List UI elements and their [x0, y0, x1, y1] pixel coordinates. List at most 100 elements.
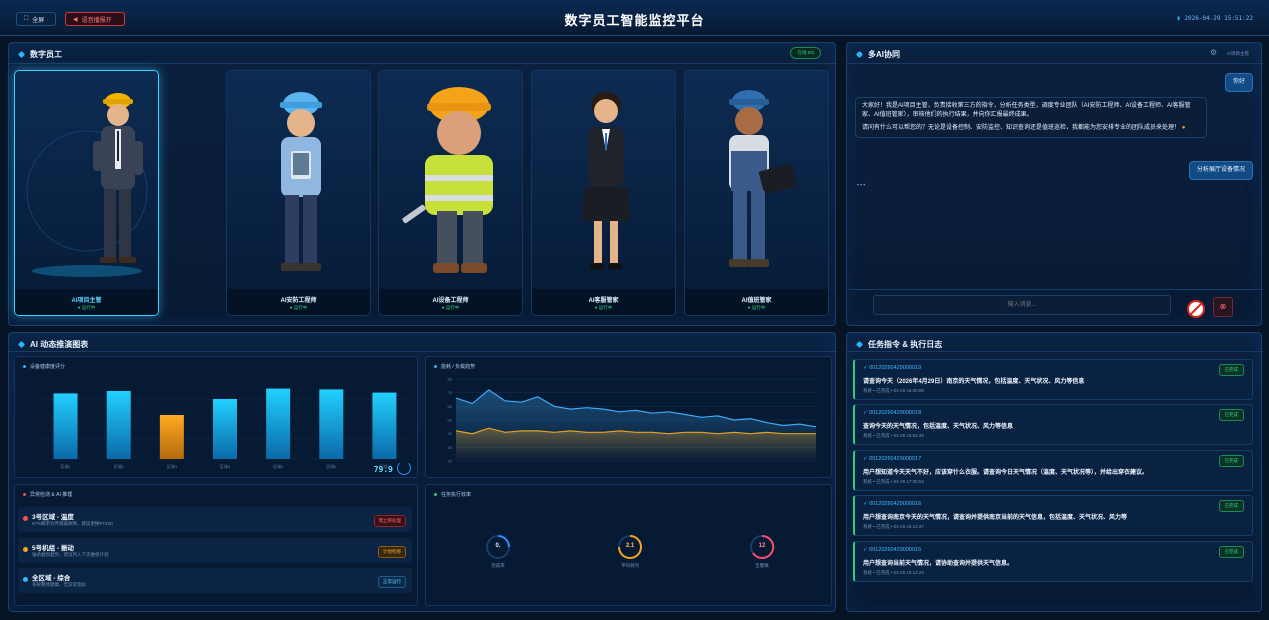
bar-区域5	[266, 388, 291, 459]
employee-status: ● 运行中	[77, 305, 96, 310]
log-item[interactable]: ✓ 00120260429000017 用户想知道今天天气不好，应该穿什么衣服。…	[853, 450, 1253, 491]
alert-badge: 正常运行	[378, 576, 406, 588]
project-lead-avatar	[26, 93, 148, 277]
employee-name: AI安防工程师	[280, 298, 317, 304]
completion-value: 0.	[495, 543, 501, 549]
duty-manager-avatar	[729, 90, 798, 267]
y-tick-label: 70	[448, 390, 453, 395]
employee-name: AI项目主管	[71, 298, 102, 304]
completion-label: 完成率	[491, 563, 505, 568]
employee-status: ● 运行中	[747, 305, 766, 310]
employee-card-duty-manager[interactable]: AI值班管家 ● 运行中	[684, 70, 829, 316]
y-tick-label: 20	[448, 459, 453, 464]
log-item[interactable]: ✓ 00120260429000019 请查询今天（2026年4月29日）南京的…	[853, 359, 1253, 400]
status-dot-icon	[23, 577, 28, 582]
assistant-paragraph-2: 请问有什么可以帮您的？无论是设备控制、安防监控、知识查询还是值班巡检，我都能为您…	[862, 125, 1186, 131]
gauge-ring-icon	[397, 461, 411, 475]
employee-card-customer-service[interactable]: AI客服管家 ● 运行中	[531, 70, 676, 316]
task-efficiency-panel: 任务执行效率 0. 完成率 2.1 平均耗时 12 告警数	[425, 484, 832, 606]
assistant-message: 大家好！我是AI项目主管，负责接收第三方的指令，分析任务类型，调度专业团队（AI…	[855, 97, 1207, 138]
gear-icon[interactable]: ⚙	[1210, 48, 1217, 57]
alert-item[interactable]: 全区域 - 综合 系统整体健康，无异常指标 正常运行	[18, 568, 412, 593]
multi-ai-chat-panel: 多AI协同 ⚙ AI项目主管 你好 大家好！我是AI项目主管，负责接收第三方的指…	[846, 42, 1263, 326]
user-message: 你好	[1224, 73, 1253, 92]
divider	[9, 351, 837, 352]
log-text: 用户想查询南京今天的天气情况，请查询并提供南京当前的天气信息，包括温度、天气状况…	[863, 515, 1128, 521]
alert-title: 5号机组 - 振动	[32, 545, 74, 552]
status-badge: 已完成	[1218, 455, 1244, 467]
alert-badge: 需立即处理	[373, 515, 406, 527]
log-id: ✓ 00120260429000017	[863, 456, 922, 462]
alarm-count-value: 12	[758, 543, 766, 549]
bar-区域4	[213, 399, 237, 459]
load-trend-chart: 能耗 / 负载趋势 80 70 60 50 40 30 20	[425, 356, 832, 478]
user-message: 分析展厅设备情况	[1188, 161, 1253, 180]
status-badge: 已完成	[1218, 500, 1244, 512]
log-id: ✓ 00120260429000018	[863, 410, 922, 416]
assistant-paragraph-1: 大家好！我是AI项目主管，负责接收第三方的指令，分析任务类型，调度专业团队（AI…	[862, 103, 1191, 118]
alarm-count-label: 告警数	[755, 563, 769, 568]
alert-title: 全区域 - 综合	[32, 575, 71, 582]
panel-title: AI 动态推演图表	[17, 339, 88, 350]
clock: ▮ 2026-04-29 15:51:22	[1177, 15, 1253, 22]
log-text: 用户想知道今天天气不好，应该穿什么衣服。请查询今日天气情况（温度、天气状况等），…	[863, 470, 1149, 476]
employee-name: AI客服管家	[588, 298, 619, 304]
log-meta: 系统 • 已完成 • 04-29 16:00:08	[863, 388, 924, 393]
log-item[interactable]: ✓ 00120260429000018 查询今天的天气情况，包括温度、天气状况、…	[853, 404, 1253, 445]
stop-button[interactable]: ⊗	[1213, 297, 1233, 317]
bar-readout: 79.9	[373, 465, 393, 474]
typing-indicator-icon: •••	[857, 183, 867, 189]
page-title: 数字员工智能监控平台	[564, 13, 705, 28]
bar-区域6	[319, 389, 344, 459]
log-text: 用户想查询当前天气情况，请协助查询并提供天气信息。	[863, 561, 1014, 567]
employee-card-equipment-engineer[interactable]: AI设备工程师 ● 运行中	[378, 70, 523, 316]
bar-区域1	[53, 393, 78, 459]
security-engineer-avatar	[280, 92, 322, 271]
diamond-icon	[855, 340, 864, 349]
employee-card-project-lead[interactable]: AI项目主管 ● 运行中	[14, 70, 159, 316]
alert-item[interactable]: 5号机组 - 振动 轴承磨损趋势，建议列入下次维保计划 计划检修	[18, 538, 412, 563]
diamond-icon	[17, 340, 26, 349]
bar-chart: 区域1 区域2 区域3 区域4 区域5 区域6 区域7	[39, 378, 411, 469]
divider	[847, 289, 1263, 290]
employee-status: ● 运行中	[289, 305, 308, 310]
divider	[9, 63, 837, 64]
avg-time-value: 2.1	[625, 543, 635, 549]
status-badge: 已完成	[1218, 364, 1244, 376]
y-tick-label: 80	[448, 377, 453, 382]
employee-name: AI值班管家	[741, 298, 772, 304]
log-text: 请查询今天（2026年4月29日）南京的天气情况，包括温度、天气状况、风力等信息	[863, 379, 1085, 385]
alert-description: 97%概率为传感器故障，建议更换PT100	[32, 521, 113, 526]
employee-card-security-engineer[interactable]: AI安防工程师 ● 运行中	[226, 70, 371, 316]
alert-description: 系统整体健康，无异常指标	[32, 582, 86, 587]
log-id: ✓ 00120260429000016	[863, 501, 922, 507]
smile-icon: ●	[1181, 125, 1186, 131]
log-item[interactable]: ✓ 00120260429000016 用户想查询南京今天的天气情况，请查询并提…	[853, 495, 1253, 536]
log-text: 查询今天的天气情况，包括温度、天气状况、风力等信息	[863, 424, 1014, 430]
line-chart: 80 70 60 50 40 30 20	[448, 377, 817, 464]
bar-tick-label: 区域5	[273, 463, 284, 469]
chat-role-label: AI项目主管	[1226, 51, 1249, 56]
status-badge: 已完成	[1218, 546, 1244, 558]
log-item[interactable]: ✓ 00120260429000015 用户想查询当前天气情况，请协助查询并提供…	[853, 541, 1253, 582]
log-meta: 系统 • 已完成 • 04-29 15:52:46	[863, 433, 924, 438]
avg-time-label: 平均耗时	[621, 563, 639, 568]
employee-status: ● 运行中	[441, 305, 460, 310]
health-score-chart: 设备健康度评分 区域1 区域2 区域3 区域4 区域5 区域6 区域7 79.9	[14, 356, 418, 478]
divider	[847, 63, 1263, 64]
diamond-icon	[17, 50, 26, 59]
y-tick-label: 50	[448, 418, 453, 423]
alert-item[interactable]: 3号区域 - 温度 97%概率为传感器故障，建议更换PT100 需立即处理	[18, 507, 412, 532]
chat-input[interactable]	[873, 295, 1171, 315]
bar-区域2	[106, 391, 131, 459]
log-id: ✓ 00120260429000019	[863, 365, 922, 371]
log-meta: 系统 • 已完成 • 04-29 15:12:22	[863, 570, 924, 575]
log-meta: 系统 • 已完成 • 04-29 15:12:47	[863, 524, 924, 529]
panel-title: 任务指令 & 执行日志	[855, 339, 942, 350]
mic-disabled-icon[interactable]	[1187, 300, 1205, 318]
y-tick-label: 60	[448, 404, 453, 409]
alert-title: 3号区域 - 温度	[32, 514, 74, 521]
employee-name: AI设备工程师	[432, 298, 469, 304]
panel-title: 多AI协同	[855, 49, 900, 60]
bar-tick-label: 区域2	[114, 463, 125, 469]
